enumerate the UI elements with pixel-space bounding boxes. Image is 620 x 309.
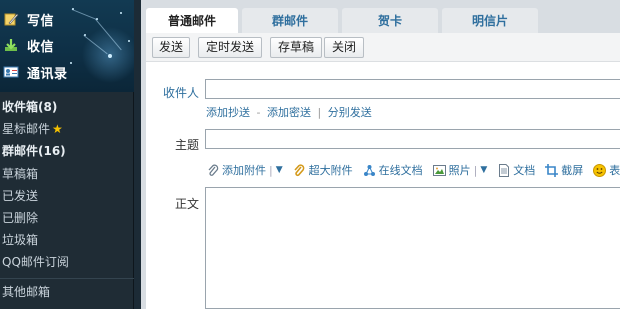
close-button[interactable]: 关闭 xyxy=(324,37,364,58)
folder-spam[interactable]: 垃圾箱 xyxy=(0,229,134,251)
to-label: 收件人 xyxy=(163,86,200,100)
document-icon xyxy=(497,163,510,177)
screenshot-button[interactable]: 截屏 xyxy=(545,162,583,178)
document-label: 文档 xyxy=(513,164,536,177)
paperclip-gold-icon xyxy=(293,163,306,177)
large-attachment-label: 超大附件 xyxy=(308,164,353,177)
folder-label: 已删除 xyxy=(2,210,39,225)
emoji-button[interactable]: 表 xyxy=(593,162,620,178)
folder-label: 已发送 xyxy=(2,188,39,203)
smiley-icon xyxy=(593,163,607,177)
folder-label: 收件箱(8) xyxy=(2,100,58,114)
inbox-download-icon xyxy=(3,37,19,53)
save-draft-button[interactable]: 存草稿 xyxy=(270,37,322,58)
emoji-label: 表 xyxy=(609,164,620,177)
folder-label: 垃圾箱 xyxy=(2,233,39,248)
add-attachment-button[interactable]: 添加附件 | ▼ xyxy=(206,162,283,178)
compose-panel: 发送 定时发送 存草稿 关闭 收件人 添加抄送 - 添加密送 | 分别发送 主题… xyxy=(146,33,620,309)
subject-input[interactable] xyxy=(205,129,620,149)
body-editor[interactable] xyxy=(205,187,620,309)
contacts-label: 通讯录 xyxy=(27,66,68,82)
photo-label: 照片 xyxy=(448,164,471,177)
folder-other-mailboxes[interactable]: 其他邮箱 xyxy=(0,281,134,303)
photo-icon xyxy=(432,164,446,177)
compose-toolbar: 发送 定时发送 存草稿 关闭 xyxy=(146,33,620,62)
screenshot-crop-icon xyxy=(545,163,559,177)
tab-greeting-card[interactable]: 贺卡 xyxy=(342,8,438,34)
folder-deleted[interactable]: 已删除 xyxy=(0,207,134,229)
separator: - xyxy=(256,106,261,119)
paperclip-icon xyxy=(206,164,219,177)
subject-label: 主题 xyxy=(174,138,199,152)
screenshot-label: 截屏 xyxy=(561,164,584,177)
sidebar-header: 写信 收信 通讯录 xyxy=(0,0,134,92)
compose-label: 写信 xyxy=(27,13,55,29)
contacts-button[interactable]: 通讯录 xyxy=(0,60,134,84)
add-bcc-link[interactable]: 添加密送 xyxy=(267,106,311,119)
contacts-icon xyxy=(3,64,19,80)
inbox-button[interactable]: 收信 xyxy=(0,33,134,57)
compose-area: 普通邮件 群邮件 贺卡 明信片 发送 定时发送 存草稿 关闭 收件人 添加抄送 … xyxy=(141,0,620,309)
folder-starred[interactable]: 星标邮件 ★ xyxy=(0,118,134,140)
divider xyxy=(0,277,134,279)
folder-label: 草稿箱 xyxy=(2,166,39,181)
inbox-label: 收信 xyxy=(27,39,55,55)
photo-button[interactable]: 照片 | ▼ xyxy=(432,162,487,178)
chevron-down-icon[interactable]: ▼ xyxy=(480,165,487,175)
folder-group-mail[interactable]: 群邮件(16) xyxy=(0,140,134,162)
folder-label: QQ邮件订阅 xyxy=(2,255,69,270)
folder-inbox[interactable]: 收件箱(8) xyxy=(0,96,134,118)
sidebar: 写信 收信 通讯录 收件箱(8) 星标邮件 ★ 群邮件(16) 草稿箱 已发送 已… xyxy=(0,0,134,309)
to-input[interactable] xyxy=(205,79,620,99)
tab-postcard[interactable]: 明信片 xyxy=(442,8,538,34)
tab-normal-mail[interactable]: 普通邮件 xyxy=(146,8,238,34)
folder-label: 群邮件(16) xyxy=(2,144,66,159)
recipient-options: 添加抄送 - 添加密送 | 分别发送 xyxy=(206,104,372,120)
body-label: 正文 xyxy=(174,197,199,211)
chevron-down-icon[interactable]: ▼ xyxy=(276,165,283,175)
separator: | xyxy=(317,106,322,119)
attachment-label: 添加附件 xyxy=(222,164,266,177)
document-button[interactable]: 文档 xyxy=(497,162,535,178)
tab-group-mail[interactable]: 群邮件 xyxy=(242,8,338,34)
compose-button[interactable]: 写信 xyxy=(0,7,134,31)
compose-icon xyxy=(3,11,19,27)
folder-label: 其他邮箱 xyxy=(2,284,51,299)
attachment-toolbar: 添加附件 | ▼ 超大附件 在线文档 照片 | ▼ 文档 截屏 表 xyxy=(206,162,620,178)
divider: | xyxy=(473,163,478,177)
folder-drafts[interactable]: 草稿箱 xyxy=(0,163,134,185)
compose-tabs: 普通邮件 群邮件 贺卡 明信片 xyxy=(141,8,542,34)
star-icon: ★ xyxy=(52,122,63,137)
scheduled-send-button[interactable]: 定时发送 xyxy=(198,37,262,58)
folder-list: 收件箱(8) 星标邮件 ★ 群邮件(16) 草稿箱 已发送 已删除 垃圾箱 QQ邮… xyxy=(0,96,134,303)
divider: | xyxy=(269,163,273,177)
online-doc-button[interactable]: 在线文档 xyxy=(363,162,423,178)
online-doc-label: 在线文档 xyxy=(378,164,423,177)
folder-label: 星标邮件 xyxy=(2,122,51,137)
separate-send-link[interactable]: 分别发送 xyxy=(328,106,372,119)
add-cc-link[interactable]: 添加抄送 xyxy=(206,106,250,119)
large-attachment-button[interactable]: 超大附件 xyxy=(293,162,353,178)
folder-qq-subscription[interactable]: QQ邮件订阅 xyxy=(0,251,134,273)
share-nodes-icon xyxy=(363,164,376,177)
folder-sent[interactable]: 已发送 xyxy=(0,185,134,207)
send-button[interactable]: 发送 xyxy=(152,37,190,58)
